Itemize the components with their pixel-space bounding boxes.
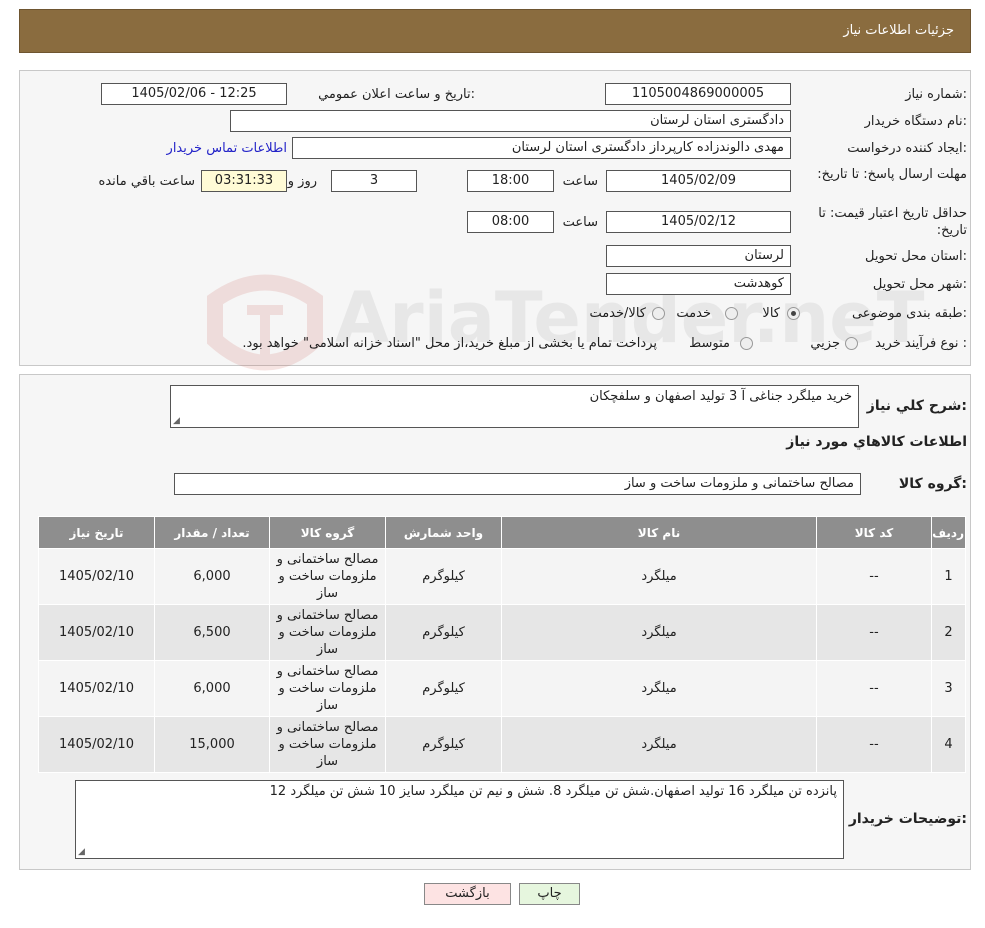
process-radio-partial[interactable] [845, 337, 858, 350]
validity-time-label: ساعت [562, 215, 598, 230]
cell-row-number: 1 [931, 548, 966, 605]
buyer-contact-link[interactable]: اطلاعات تماس خریدار [167, 141, 287, 156]
buyer-notes-text: پانزده تن میلگرد 16 تولید اصفهان.شش تن م… [269, 784, 837, 799]
buyer-org-label: نام دستگاه خریدار: [864, 114, 967, 129]
need-number-field: 1105004869000005 [605, 83, 791, 105]
cell-row-number: 2 [931, 604, 966, 661]
cell-need-date: 1405/02/10 [38, 660, 155, 717]
col-header-item-code: کد کالا [816, 516, 932, 549]
process-note: پرداخت تمام یا بخشی از مبلغ خرید،از محل … [242, 336, 657, 351]
table-row: 4 -- میلگرد کیلوگرم مصالح ساختمانی و ملز… [38, 716, 966, 773]
watermark: AriaTender.neT [195, 245, 924, 395]
items-section-title: اطلاعات کالاهاي مورد نیاز [786, 434, 967, 450]
category-radio-goods[interactable] [787, 307, 800, 320]
cell-item-name: میلگرد [501, 716, 817, 773]
cell-item-code: -- [816, 548, 932, 605]
col-header-row-number: ردیف [931, 516, 966, 549]
group-label: گروه کالا: [898, 476, 967, 492]
col-header-group: گروه کالا [269, 516, 386, 549]
print-button[interactable]: چاپ [519, 883, 580, 905]
group-field: مصالح ساختمانی و ملزومات ساخت و ساز [174, 473, 861, 495]
days-field: 3 [331, 170, 417, 192]
category-radio-service[interactable] [725, 307, 738, 320]
cell-item-name: میلگرد [501, 604, 817, 661]
category-option-goods-service: کالا/خدمت [589, 306, 646, 321]
process-radio-medium[interactable] [740, 337, 753, 350]
category-radio-goods-service[interactable] [652, 307, 665, 320]
province-label: استان محل تحویل: [865, 249, 967, 264]
process-label: نوع فرآیند خرید : [875, 336, 967, 351]
cell-need-date: 1405/02/10 [38, 548, 155, 605]
cell-group: مصالح ساختمانی و ملزومات ساخت و ساز [269, 660, 386, 717]
city-field: کوهدشت [606, 273, 791, 295]
col-header-need-date: تاریخ نیاز [38, 516, 155, 549]
category-label: طبقه بندی موضوعی: [851, 306, 967, 321]
items-table-wrapper: ردیف کد کالا نام کالا واحد شمارش گروه کا… [38, 516, 966, 773]
validity-label: حداقل تاریخ اعتبار قیمت: تا تاریخ: [818, 206, 967, 238]
cell-quantity: 15,000 [154, 716, 270, 773]
cell-group: مصالح ساختمانی و ملزومات ساخت و ساز [269, 604, 386, 661]
summary-label: شرح کلي نیاز: [866, 398, 967, 414]
cell-item-code: -- [816, 604, 932, 661]
category-option-service: خدمت [676, 306, 711, 321]
table-row: 3 -- میلگرد کیلوگرم مصالح ساختمانی و ملز… [38, 660, 966, 717]
remaining-time-label: ساعت باقي مانده [98, 174, 195, 189]
col-header-item-name: نام کالا [501, 516, 817, 549]
page-header: جزئیات اطلاعات نیاز [19, 9, 971, 53]
table-row: 1 -- میلگرد کیلوگرم مصالح ساختمانی و ملز… [38, 548, 966, 605]
table-header-row: ردیف کد کالا نام کالا واحد شمارش گروه کا… [38, 516, 966, 549]
cell-unit: کیلوگرم [385, 660, 502, 717]
cell-need-date: 1405/02/10 [38, 604, 155, 661]
creator-label: ایجاد کننده درخواست: [847, 141, 967, 156]
cell-item-name: میلگرد [501, 660, 817, 717]
deadline-time-field: 18:00 [467, 170, 554, 192]
cell-unit: کیلوگرم [385, 716, 502, 773]
category-option-goods: کالا [762, 306, 780, 321]
back-button[interactable]: بازگشت [424, 883, 511, 905]
city-label: شهر محل تحویل: [872, 277, 967, 292]
creator-field: مهدی دالوندزاده کارپرداز دادگستری استان … [292, 137, 791, 159]
cell-item-code: -- [816, 660, 932, 717]
cell-item-name: میلگرد [501, 548, 817, 605]
process-option-partial: جزیي [810, 336, 840, 351]
cell-row-number: 3 [931, 660, 966, 717]
announce-field: 1405/02/06 - 12:25 [101, 83, 287, 105]
cell-row-number: 4 [931, 716, 966, 773]
col-header-unit: واحد شمارش [385, 516, 502, 549]
cell-need-date: 1405/02/10 [38, 716, 155, 773]
page-title: جزئیات اطلاعات نیاز [843, 23, 954, 38]
cell-group: مصالح ساختمانی و ملزومات ساخت و ساز [269, 548, 386, 605]
buyer-notes-label: توضیحات خریدار: [848, 811, 967, 827]
province-field: لرستان [606, 245, 791, 267]
cell-unit: کیلوگرم [385, 604, 502, 661]
resize-grip-icon[interactable]: ◢ [78, 847, 85, 857]
cell-item-code: -- [816, 716, 932, 773]
buyer-org-field: دادگستری استان لرستان [230, 110, 791, 132]
cell-quantity: 6,000 [154, 548, 270, 605]
table-row: 2 -- میلگرد کیلوگرم مصالح ساختمانی و ملز… [38, 604, 966, 661]
cell-unit: کیلوگرم [385, 548, 502, 605]
buyer-notes-field: پانزده تن میلگرد 16 تولید اصفهان.شش تن م… [75, 780, 844, 859]
cell-quantity: 6,000 [154, 660, 270, 717]
deadline-time-label: ساعت [562, 174, 598, 189]
need-number-label: شماره نیاز: [905, 87, 967, 102]
col-header-quantity: تعداد / مقدار [154, 516, 270, 549]
items-table: ردیف کد کالا نام کالا واحد شمارش گروه کا… [38, 516, 966, 773]
process-option-medium: متوسط [689, 336, 730, 351]
summary-field: خرید میلگرد جناغی آ 3 تولید اصفهان و سلف… [170, 385, 859, 428]
days-label: روز و [287, 174, 317, 189]
cell-group: مصالح ساختمانی و ملزومات ساخت و ساز [269, 716, 386, 773]
deadline-label: مهلت ارسال پاسخ: تا تاریخ: [817, 167, 967, 182]
validity-date-field: 1405/02/12 [606, 211, 791, 233]
validity-time-field: 08:00 [467, 211, 554, 233]
cell-quantity: 6,500 [154, 604, 270, 661]
summary-text: خرید میلگرد جناغی آ 3 تولید اصفهان و سلف… [589, 389, 852, 404]
remaining-time-field: 03:31:33 [201, 170, 287, 192]
resize-grip-icon[interactable]: ◢ [173, 416, 180, 426]
announce-label: تاریخ و ساعت اعلان عمومي: [318, 87, 475, 102]
deadline-date-field: 1405/02/09 [606, 170, 791, 192]
